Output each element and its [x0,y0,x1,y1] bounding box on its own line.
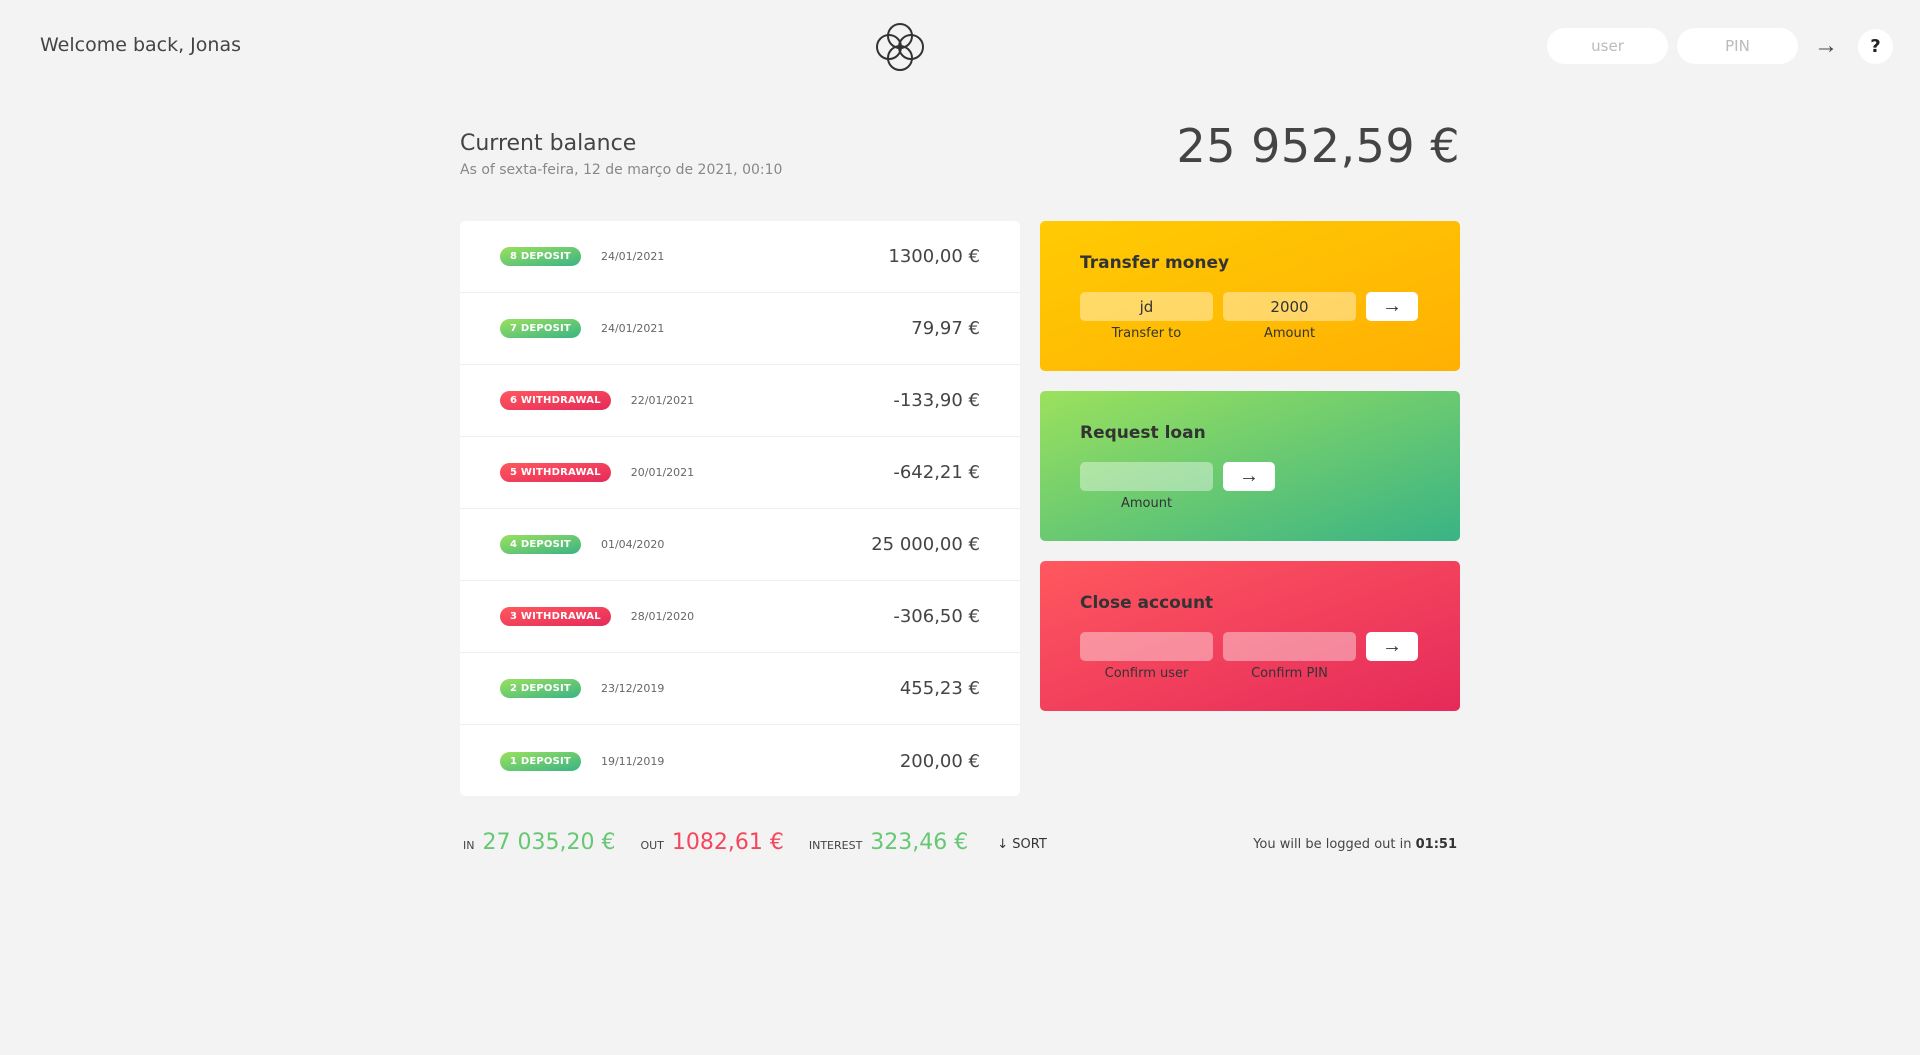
transfer-amount-input[interactable] [1223,292,1356,321]
logout-timer-value: 01:51 [1415,837,1457,852]
help-button[interactable]: ? [1858,28,1893,64]
movement-date: 28/01/2020 [630,610,695,623]
summary-out-label: Out [640,839,664,852]
movement-type-badge: 2 deposit [500,679,581,698]
loan-card: Request loan Amount → [1040,391,1460,541]
movement-value: 455,23 € [899,678,980,699]
transfer-title: Transfer money [1080,253,1230,273]
close-account-form: Confirm user Confirm PIN → [1080,632,1420,681]
balance-value: 25 952,59 € [1176,119,1460,173]
movement-row: 1 deposit 19/11/2019 200,00 € [460,725,1020,796]
sort-button[interactable]: ↓ SORT [997,837,1047,852]
confirm-pin-label: Confirm PIN [1251,666,1328,681]
login-pin-input[interactable] [1677,28,1798,64]
movement-date: 19/11/2019 [600,754,665,768]
movement-type-badge: 5 withdrawal [500,463,611,482]
movement-row: 4 deposit 01/04/2020 25 000,00 € [460,509,1020,581]
loan-amount-label: Amount [1120,496,1173,511]
loan-amount-field: Amount [1080,462,1213,511]
movement-type-badge: 8 deposit [500,247,581,266]
movement-value: 1300,00 € [888,246,980,267]
movement-row: 7 deposit 24/01/2021 79,97 € [460,293,1020,365]
transfer-card: Transfer money Transfer to Amount → [1040,221,1460,371]
transfer-to-input[interactable] [1080,292,1213,321]
movement-type-badge: 1 deposit [500,751,581,771]
movement-date: 24/01/2021 [600,250,665,263]
confirm-pin-field: Confirm PIN [1223,632,1356,681]
summary-bar: In 27 035,20 € Out 1082,61 € Interest 32… [463,830,1047,855]
movement-row: 6 withdrawal 22/01/2021 -133,90 € [460,365,1020,437]
transfer-amount-label: Amount [1263,326,1316,341]
movement-date: 23/12/2019 [600,682,665,695]
movement-value: 25 000,00 € [871,534,980,555]
movement-row: 5 withdrawal 20/01/2021 -642,21 € [460,437,1020,509]
summary-in-label: In [463,839,475,852]
summary-interest-label: Interest [808,839,863,852]
transfer-form: Transfer to Amount → [1080,292,1420,341]
login-form: → ? [1547,28,1893,64]
confirm-user-field: Confirm user [1080,632,1213,681]
summary-interest-value: 323,46 € [870,830,969,855]
transfer-to-label: Transfer to [1111,326,1182,341]
movement-date: 20/01/2021 [630,466,695,479]
confirm-user-input[interactable] [1080,632,1213,661]
close-account-submit-button[interactable]: → [1366,632,1418,661]
login-user-input[interactable] [1547,28,1668,64]
movement-value: 200,00 € [899,750,980,772]
movement-date: 24/01/2021 [600,322,665,335]
movement-type-badge: 6 withdrawal [500,391,611,410]
movement-value: -642,21 € [893,462,980,483]
movement-date: 22/01/2021 [630,394,695,407]
movement-row: 2 deposit 23/12/2019 455,23 € [460,653,1020,725]
welcome-message: Welcome back, Jonas [40,34,241,56]
transfer-submit-button[interactable]: → [1366,292,1418,321]
close-account-card: Close account Confirm user Confirm PIN → [1040,561,1460,711]
movement-value: -306,50 € [893,606,980,627]
movement-row: 8 deposit 24/01/2021 1300,00 € [460,221,1020,293]
movement-date: 01/04/2020 [600,538,665,551]
logout-timer-text: You will be logged out in 01:51 [1253,837,1457,852]
loan-submit-button[interactable]: → [1223,462,1275,491]
loan-amount-input[interactable] [1080,462,1213,491]
top-nav: Welcome back, Jonas → ? [0,0,1920,95]
loan-title: Request loan [1080,423,1206,443]
movement-type-badge: 3 withdrawal [500,607,611,626]
movement-value: 79,97 € [911,318,980,339]
movement-type-badge: 4 deposit [500,535,581,554]
close-account-title: Close account [1080,593,1214,613]
movement-row: 3 withdrawal 28/01/2020 -306,50 € [460,581,1020,653]
balance-label: Current balance [460,131,637,156]
confirm-pin-input[interactable] [1223,632,1356,661]
confirm-user-label: Confirm user [1104,666,1189,681]
login-button[interactable]: → [1804,28,1848,64]
movement-type-badge: 7 deposit [500,319,581,338]
summary-out-value: 1082,61 € [671,830,784,855]
movements-list: 8 deposit 24/01/2021 1300,00 € 7 deposit… [460,221,1020,796]
loan-form: Amount → [1080,462,1420,511]
logout-timer-prefix: You will be logged out in [1253,837,1416,852]
transfer-to-field: Transfer to [1080,292,1213,341]
balance-date: As of sexta-feira, 12 de março de 2021, … [460,162,783,178]
logo-icon [876,23,924,71]
summary-in-value: 27 035,20 € [482,830,616,855]
movement-value: -133,90 € [893,390,980,411]
transfer-amount-field: Amount [1223,292,1356,341]
